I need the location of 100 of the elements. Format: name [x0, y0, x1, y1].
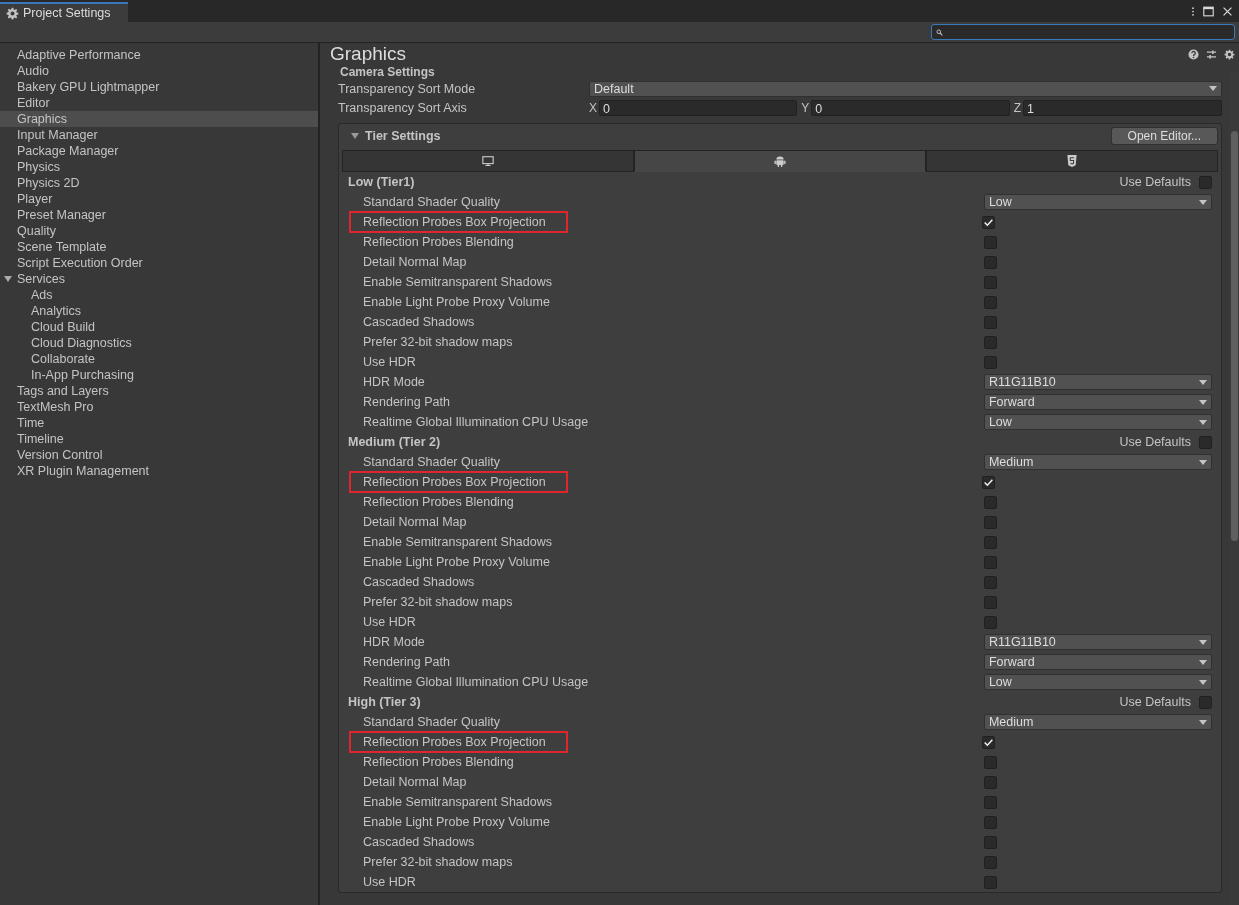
- dropdown[interactable]: Forward: [983, 394, 1212, 410]
- setting-label: Standard Shader Quality: [363, 715, 501, 729]
- checkbox[interactable]: [983, 595, 997, 609]
- sidebar-item[interactable]: XR Plugin Management: [0, 463, 318, 479]
- search-field[interactable]: [931, 24, 1235, 40]
- dropdown[interactable]: Medium: [983, 454, 1212, 470]
- sidebar-item[interactable]: Analytics: [0, 303, 318, 319]
- checkbox[interactable]: [983, 815, 997, 829]
- setting-label: Cascaded Shadows: [363, 315, 476, 329]
- platform-tab[interactable]: [926, 150, 1218, 172]
- number-field[interactable]: 0: [811, 99, 1010, 116]
- checkbox[interactable]: [983, 775, 997, 789]
- sidebar-item[interactable]: Physics: [0, 159, 318, 175]
- sidebar-item[interactable]: Preset Manager: [0, 207, 318, 223]
- sidebar-item[interactable]: Scene Template: [0, 239, 318, 255]
- checkbox[interactable]: [983, 555, 997, 569]
- dropdown[interactable]: R11G11B10: [983, 374, 1212, 390]
- checkbox[interactable]: [983, 355, 997, 369]
- setting-label: Reflection Probes Blending: [363, 495, 515, 509]
- sidebar-item[interactable]: Collaborate: [0, 351, 318, 367]
- platform-tab[interactable]: [634, 150, 926, 172]
- sidebar-item[interactable]: Version Control: [0, 447, 318, 463]
- expand-arrow-icon[interactable]: [351, 132, 359, 140]
- setting-label: Realtime Global Illumination CPU Usage: [363, 415, 590, 429]
- more-icon[interactable]: [1191, 5, 1195, 17]
- setting-label: Enable Semitransparent Shadows: [363, 795, 553, 809]
- settings-icon[interactable]: [1224, 48, 1235, 60]
- window-tab[interactable]: Project Settings: [0, 2, 128, 22]
- dropdown[interactable]: Low: [983, 414, 1212, 430]
- checkbox[interactable]: [983, 275, 997, 289]
- setting-label: Use HDR: [363, 355, 417, 369]
- checkbox[interactable]: [982, 735, 995, 749]
- checkbox[interactable]: [983, 575, 997, 589]
- sidebar-item[interactable]: Package Manager: [0, 143, 318, 159]
- checkbox[interactable]: [983, 835, 997, 849]
- sidebar-item[interactable]: Bakery GPU Lightmapper: [0, 79, 318, 95]
- setting-label: Prefer 32-bit shadow maps: [363, 855, 514, 869]
- checkbox[interactable]: [982, 215, 995, 229]
- checkbox[interactable]: [983, 615, 997, 629]
- close-icon[interactable]: [1222, 5, 1233, 17]
- sidebar-item[interactable]: Services: [0, 271, 318, 287]
- maximize-icon[interactable]: [1203, 5, 1214, 17]
- setting-label: Reflection Probes Box Projection: [351, 473, 566, 491]
- sidebar-item[interactable]: Physics 2D: [0, 175, 318, 191]
- checkbox[interactable]: [983, 795, 997, 809]
- axis-label: Z: [1013, 100, 1021, 115]
- checkbox[interactable]: [983, 315, 997, 329]
- help-icon[interactable]: [1188, 48, 1199, 60]
- open-editor-button[interactable]: Open Editor...: [1110, 127, 1218, 145]
- sidebar-item[interactable]: Quality: [0, 223, 318, 239]
- sidebar-item[interactable]: Input Manager: [0, 127, 318, 143]
- dropdown[interactable]: Default: [589, 80, 1222, 97]
- checkbox[interactable]: [983, 875, 997, 889]
- platform-tab[interactable]: [342, 150, 634, 172]
- sidebar-item[interactable]: Cloud Build: [0, 319, 318, 335]
- dropdown[interactable]: Medium: [983, 714, 1212, 730]
- sidebar-item[interactable]: Time: [0, 415, 318, 431]
- sliders-icon[interactable]: [1206, 48, 1217, 60]
- sidebar-item[interactable]: Timeline: [0, 431, 318, 447]
- expand-arrow-icon[interactable]: [4, 275, 12, 283]
- sidebar-item[interactable]: Audio: [0, 63, 318, 79]
- dropdown[interactable]: Low: [983, 194, 1212, 210]
- sidebar-item[interactable]: Graphics: [0, 111, 318, 127]
- page-title: Graphics: [330, 43, 407, 65]
- scroll-thumb[interactable]: [1231, 131, 1238, 541]
- checkbox[interactable]: [983, 335, 997, 349]
- settings-icon: [6, 6, 19, 20]
- number-field[interactable]: 0: [599, 99, 798, 116]
- checkbox[interactable]: [983, 235, 997, 249]
- checkbox[interactable]: [983, 255, 997, 269]
- foldout-title[interactable]: Tier Settings: [365, 129, 1111, 143]
- sidebar-item[interactable]: Adaptive Performance: [0, 47, 318, 63]
- checkbox[interactable]: [983, 295, 997, 309]
- caret-icon: [1199, 719, 1207, 725]
- dropdown[interactable]: R11G11B10: [983, 634, 1212, 650]
- sidebar-item[interactable]: Script Execution Order: [0, 255, 318, 271]
- sidebar-item[interactable]: Ads: [0, 287, 318, 303]
- checkbox[interactable]: [983, 495, 997, 509]
- checkbox[interactable]: [1199, 435, 1212, 449]
- setting-label: Enable Semitransparent Shadows: [363, 275, 553, 289]
- caret-icon: [1199, 659, 1207, 665]
- checkbox[interactable]: [1199, 695, 1212, 709]
- sidebar-item[interactable]: Tags and Layers: [0, 383, 318, 399]
- tier-title: Low (Tier1): [348, 175, 416, 189]
- checkbox[interactable]: [983, 515, 997, 529]
- setting-label: Reflection Probes Blending: [363, 235, 515, 249]
- checkbox[interactable]: [983, 755, 997, 769]
- checkbox[interactable]: [983, 855, 997, 869]
- checkbox[interactable]: [1199, 175, 1212, 189]
- number-field[interactable]: 1: [1023, 99, 1222, 116]
- dropdown[interactable]: Low: [983, 674, 1212, 690]
- sidebar-item[interactable]: TextMesh Pro: [0, 399, 318, 415]
- checkbox[interactable]: [983, 535, 997, 549]
- sidebar-item[interactable]: Player: [0, 191, 318, 207]
- dropdown[interactable]: Forward: [983, 654, 1212, 670]
- checkbox[interactable]: [982, 475, 995, 489]
- sidebar-item[interactable]: Cloud Diagnostics: [0, 335, 318, 351]
- sidebar-item[interactable]: In-App Purchasing: [0, 367, 318, 383]
- sidebar-item[interactable]: Editor: [0, 95, 318, 111]
- setting-label: Cascaded Shadows: [363, 575, 476, 589]
